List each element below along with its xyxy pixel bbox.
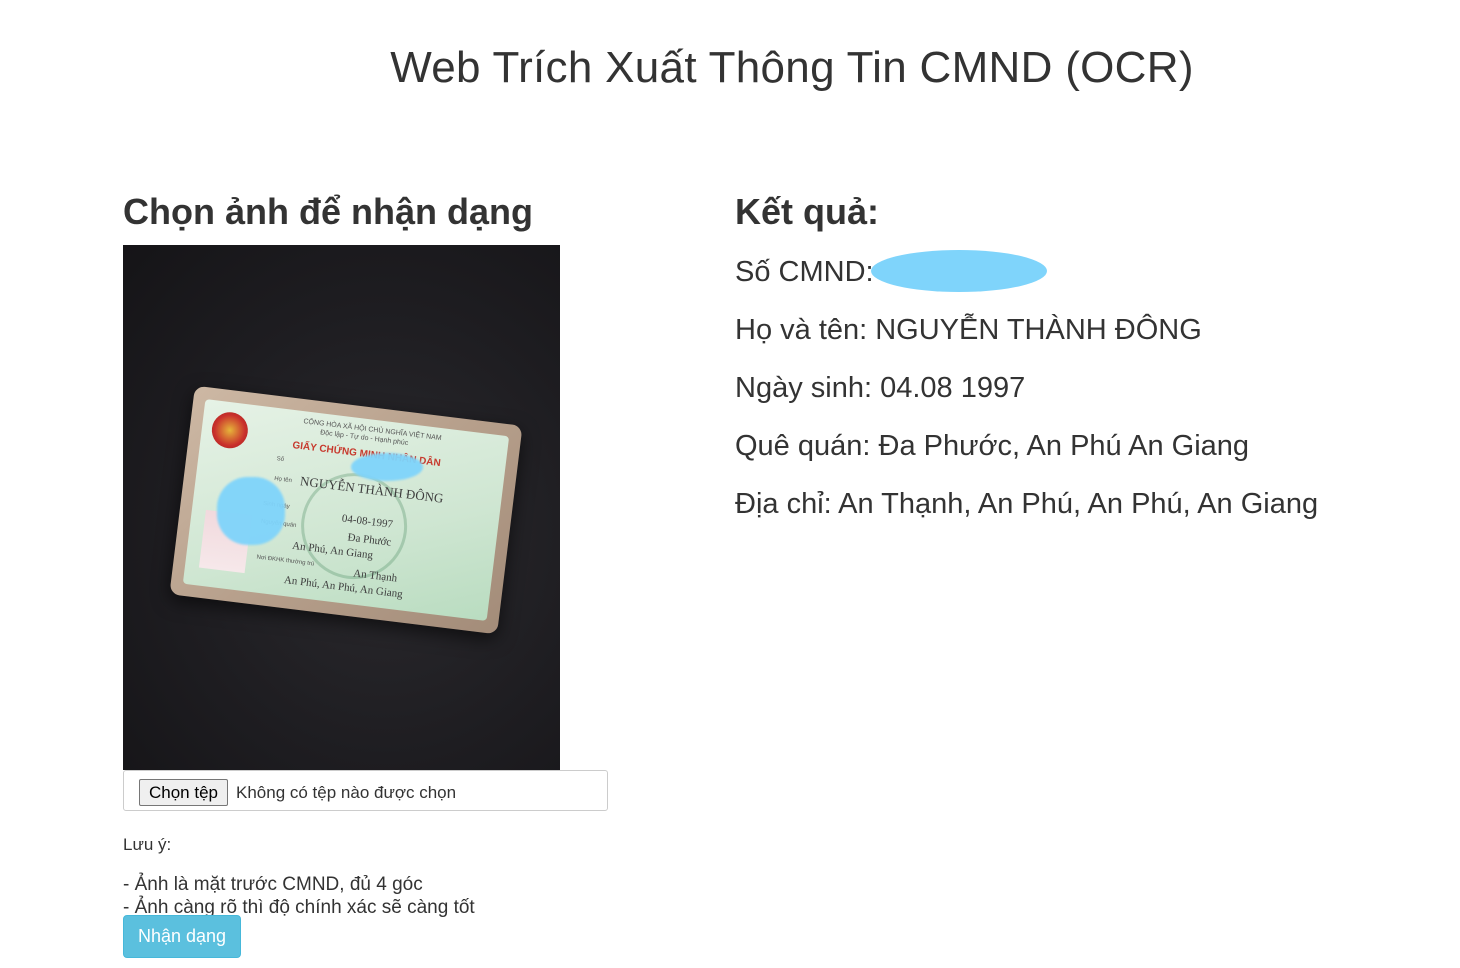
page: Web Trích Xuất Thông Tin CMND (OCR) Chọn… xyxy=(0,0,1460,968)
card-residence-value-1: An Thạnh xyxy=(352,567,398,585)
file-input[interactable]: Chọn tệp Không có tệp nào được chọn xyxy=(123,770,608,811)
redaction-mark xyxy=(217,477,285,545)
notes-label: Lưu ý: xyxy=(123,835,172,854)
page-title: Web Trích Xuất Thông Tin CMND (OCR) xyxy=(390,43,1194,93)
upload-heading: Chọn ảnh để nhận dạng xyxy=(123,191,533,232)
recognize-button[interactable]: Nhận dạng xyxy=(123,915,241,958)
result-id-number-label: Số CMND: xyxy=(735,256,874,288)
file-status-text: Không có tệp nào được chọn xyxy=(236,783,457,802)
result-panel: Kết quả: Số CMND: Họ và tên: NGUYỄN THÀN… xyxy=(735,190,1435,520)
choose-file-button[interactable]: Chọn tệp xyxy=(139,779,228,806)
id-card-preview-image: CỘNG HÒA XÃ HỘI CHỦ NGHĨA VIỆT NAM Độc l… xyxy=(123,245,560,770)
result-address: Địa chỉ: An Thạnh, An Phú, An Phú, An Gi… xyxy=(735,488,1319,520)
result-name: Họ và tên: NGUYỄN THÀNH ĐÔNG xyxy=(735,314,1202,346)
id-number-redaction xyxy=(871,250,1047,292)
card-number-label: Số xyxy=(276,456,285,464)
notes: Lưu ý: - Ảnh là mặt trước CMND, đủ 4 góc… xyxy=(123,835,475,919)
result-heading: Kết quả: xyxy=(735,191,879,232)
upload-panel: Chọn ảnh để nhận dạng CỘNG HÒA XÃ HỘI CH… xyxy=(123,190,623,958)
result-id-number: Số CMND: xyxy=(735,256,874,289)
card-name-label: Họ tên xyxy=(273,476,293,485)
result-dob: Ngày sinh: 04.08 1997 xyxy=(735,372,1026,404)
card-residence-label: Nơi ĐKHK thường trú xyxy=(256,554,315,568)
redaction-mark xyxy=(351,453,423,481)
note-line: - Ảnh là mặt trước CMND, đủ 4 góc xyxy=(123,874,423,895)
result-hometown: Quê quán: Đa Phước, An Phú An Giang xyxy=(735,430,1250,462)
national-emblem-icon xyxy=(209,410,250,451)
